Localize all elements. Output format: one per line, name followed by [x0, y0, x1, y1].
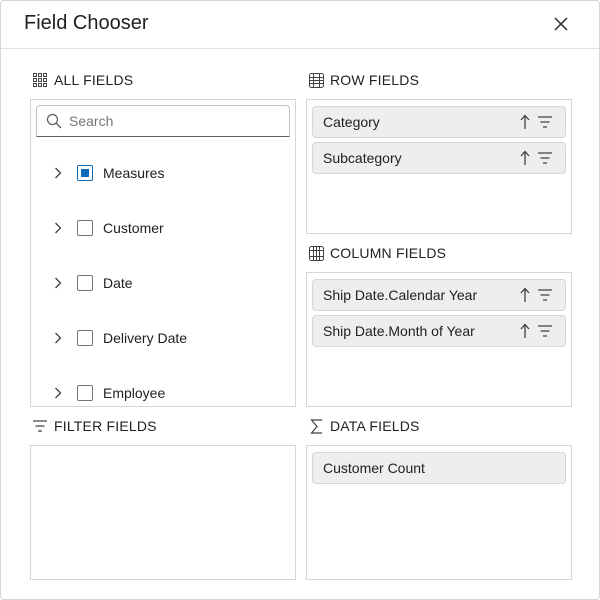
data-fields-header: DATA FIELDS — [308, 416, 420, 436]
tree-item-label: Date — [103, 274, 133, 291]
date-checkbox[interactable] — [77, 274, 93, 291]
column-field-chip-month-of-year[interactable]: Ship Date.Month of Year — [312, 315, 566, 347]
row-field-chip-category[interactable]: Category — [312, 106, 566, 138]
column-fields-title: COLUMN FIELDS — [330, 245, 447, 261]
chip-label: Category — [323, 114, 380, 130]
all-fields-header: ALL FIELDS — [32, 70, 133, 90]
row-fields-header: ROW FIELDS — [308, 70, 419, 90]
tree-item-employee[interactable]: Employee — [31, 365, 295, 406]
search-icon — [39, 106, 69, 136]
chip-label: Ship Date.Calendar Year — [323, 287, 478, 303]
tree-item-measures[interactable]: Measures — [31, 145, 295, 200]
filter-lines-icon — [32, 418, 48, 434]
chevron-right-icon[interactable] — [51, 310, 65, 365]
chip-label: Subcategory — [323, 150, 402, 166]
filter-fields-header: FILTER FIELDS — [32, 416, 157, 436]
customer-checkbox[interactable] — [77, 219, 93, 236]
grid-icon — [32, 72, 48, 88]
row-fields-title: ROW FIELDS — [330, 72, 420, 88]
chevron-right-icon[interactable] — [51, 145, 65, 200]
filter-fields-title: FILTER FIELDS — [54, 418, 157, 434]
tree-item-label: Measures — [103, 164, 165, 181]
tree-item-customer[interactable]: Customer — [31, 200, 295, 255]
sigma-icon — [308, 418, 324, 434]
data-field-chip-customer-count[interactable]: Customer Count — [312, 452, 566, 484]
filter-icon[interactable] — [537, 151, 553, 165]
filter-fields-panel[interactable] — [30, 445, 296, 580]
tree-item-label: Employee — [103, 384, 166, 401]
row-fields-panel[interactable]: Category Subcategory — [306, 99, 572, 234]
measures-checkbox[interactable] — [77, 164, 93, 181]
table-icon — [308, 72, 324, 88]
data-fields-panel[interactable]: Customer Count — [306, 445, 572, 580]
chip-label: Customer Count — [323, 460, 425, 476]
column-field-chip-calendar-year[interactable]: Ship Date.Calendar Year — [312, 279, 566, 311]
delivery-date-checkbox[interactable] — [77, 329, 93, 346]
chevron-right-icon[interactable] — [51, 365, 65, 406]
tree-item-label: Customer — [103, 219, 164, 236]
field-chooser-dialog: Field Chooser ALL FIELDS Search Measures… — [0, 0, 600, 600]
tree-item-label: Delivery Date — [103, 329, 188, 346]
dialog-header: Field Chooser — [1, 1, 599, 49]
filter-icon[interactable] — [537, 288, 553, 302]
dialog-title: Field Chooser — [24, 12, 149, 34]
search-input[interactable] — [69, 113, 279, 129]
all-fields-tree: Measures Customer Date Delivery Date Emp… — [31, 145, 295, 406]
filter-icon[interactable] — [537, 324, 553, 338]
close-button[interactable] — [547, 10, 575, 38]
row-field-chip-subcategory[interactable]: Subcategory — [312, 142, 566, 174]
sort-ascending-icon[interactable] — [518, 323, 532, 339]
tree-item-delivery-date[interactable]: Delivery Date — [31, 310, 295, 365]
filter-icon[interactable] — [537, 115, 553, 129]
employee-checkbox[interactable] — [77, 384, 93, 401]
chevron-right-icon[interactable] — [51, 200, 65, 255]
chip-label: Ship Date.Month of Year — [323, 323, 475, 339]
data-fields-title: DATA FIELDS — [330, 418, 420, 434]
search-field[interactable] — [36, 105, 290, 137]
close-icon — [554, 17, 568, 31]
sort-ascending-icon[interactable] — [518, 114, 532, 130]
chevron-right-icon[interactable] — [51, 255, 65, 310]
tree-item-date[interactable]: Date — [31, 255, 295, 310]
table-icon — [308, 245, 324, 261]
all-fields-panel: Measures Customer Date — [30, 99, 296, 407]
sort-ascending-icon[interactable] — [518, 287, 532, 303]
all-fields-title: ALL FIELDS — [54, 72, 134, 88]
column-fields-panel[interactable]: Ship Date.Calendar Year Ship Date.Month … — [306, 272, 572, 407]
column-fields-header: COLUMN FIELDS — [308, 243, 446, 263]
sort-ascending-icon[interactable] — [518, 150, 532, 166]
